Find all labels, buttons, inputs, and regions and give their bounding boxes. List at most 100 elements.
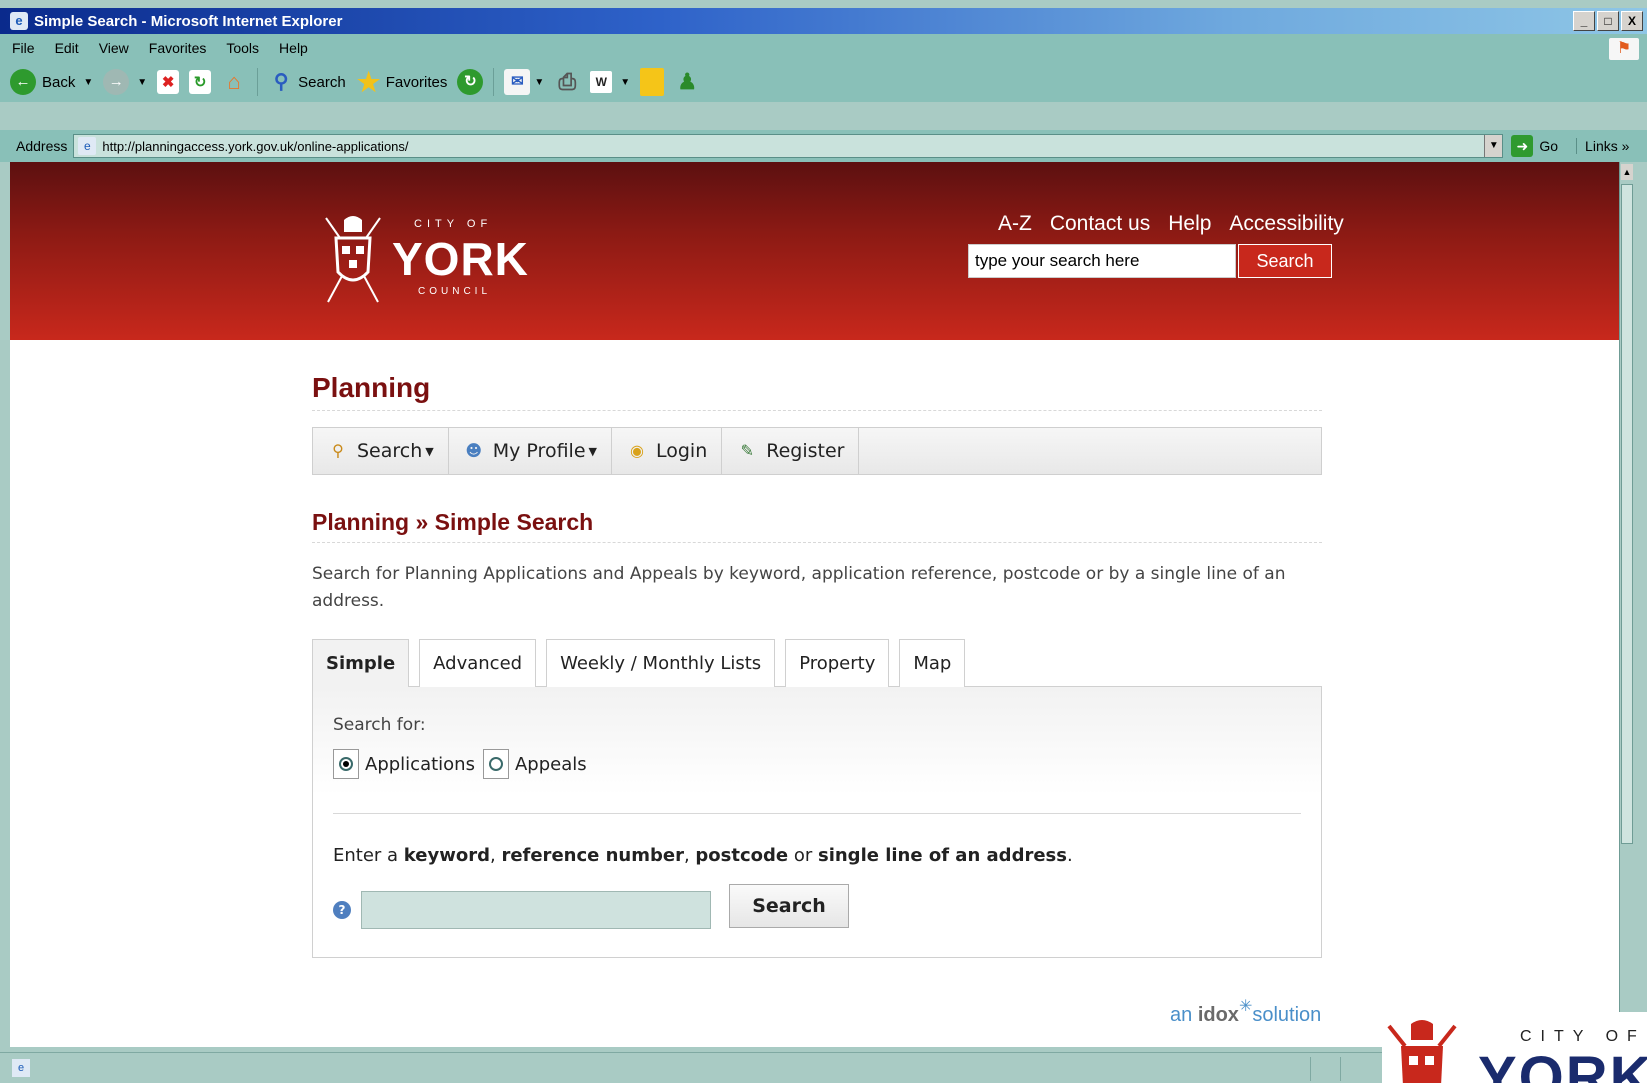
link-help[interactable]: Help (1168, 212, 1211, 236)
search-icon: ⚲ (273, 71, 289, 93)
window-controls: _ □ X (1573, 11, 1643, 31)
status-divider (1310, 1057, 1311, 1081)
nav-my-profile-label: My Profile (492, 440, 586, 462)
appeals-label[interactable]: Appeals (515, 754, 587, 775)
simple-search-panel: Search for: Applications Appeals Enter a… (312, 686, 1322, 958)
planning-nav: ⚲ Search ▼ ☻ My Profile ▼ ◉ Login ✎ Regi… (312, 427, 1322, 475)
link-accessibility[interactable]: Accessibility (1229, 212, 1343, 236)
appeals-radio[interactable] (482, 749, 509, 779)
title-bar: e Simple Search - Microsoft Internet Exp… (0, 8, 1647, 34)
chevron-down-icon[interactable]: ▼ (1484, 135, 1503, 157)
tab-property[interactable]: Property (785, 639, 890, 687)
site-search-button[interactable]: Search (1238, 244, 1332, 278)
coat-of-arms-icon (325, 216, 381, 303)
browser-window: e Simple Search - Microsoft Internet Exp… (0, 0, 1647, 1083)
nav-register-label: Register (766, 440, 845, 462)
nav-search[interactable]: ⚲ Search ▼ (313, 428, 449, 474)
instr-reference-number: reference number (501, 845, 684, 866)
menu-file[interactable]: File (12, 40, 35, 56)
instr-keyword: keyword (403, 845, 490, 866)
discuss-button[interactable] (640, 68, 665, 96)
mail-button[interactable]: ✉ ▼ (504, 69, 544, 95)
search-instructions: Enter a keyword, reference number, postc… (333, 845, 1073, 866)
refresh-button[interactable]: ↻ (189, 70, 212, 94)
print-button[interactable]: ⎙ (554, 69, 580, 95)
edit-button[interactable]: W ▼ (590, 71, 630, 93)
tab-map[interactable]: Map (899, 639, 966, 687)
favorites-button[interactable]: ★ Favorites (356, 67, 448, 97)
address-input[interactable]: e http://planningaccess.york.gov.uk/onli… (73, 134, 1504, 158)
menu-tools[interactable]: Tools (226, 40, 259, 56)
go-button[interactable]: ➜ Go (1511, 135, 1558, 157)
toolbar-separator (493, 68, 495, 96)
search-button[interactable]: ⚲ Search (268, 69, 346, 95)
instr-postcode: postcode (695, 845, 789, 866)
site-search-input[interactable] (968, 244, 1236, 278)
scroll-up-arrow-icon[interactable]: ▲ (1621, 164, 1633, 180)
tab-weekly-monthly-lists[interactable]: Weekly / Monthly Lists (546, 639, 776, 687)
page-status-icon: e (12, 1059, 30, 1077)
idox-logo[interactable]: an idox✳solution (1170, 998, 1322, 1027)
idox-brand: idox (1197, 1004, 1239, 1026)
page-viewport: CITY OF YORK COUNCIL A-Z Contact us Help… (10, 162, 1633, 1047)
logo-city-of: CITY OF (414, 218, 493, 230)
nav-register[interactable]: ✎ Register (722, 428, 860, 474)
menu-view[interactable]: View (99, 40, 129, 56)
radio-unselected-icon (488, 757, 503, 771)
star-icon: ★ (357, 67, 381, 97)
link-contact-us[interactable]: Contact us (1050, 212, 1150, 236)
favorites-label: Favorites (385, 73, 448, 91)
instr-text: . (1066, 845, 1073, 866)
instr-address: single line of an address (817, 845, 1067, 866)
instr-text: or (788, 845, 818, 866)
history-button[interactable]: ↻ (457, 69, 484, 95)
nav-login[interactable]: ◉ Login (612, 428, 723, 474)
link-a-z[interactable]: A-Z (998, 212, 1032, 236)
instr-text: Enter a (333, 845, 404, 866)
menu-edit[interactable]: Edit (55, 40, 79, 56)
scroll-thumb[interactable] (1621, 184, 1633, 844)
nav-search-label: Search (357, 440, 423, 462)
forward-button[interactable]: → ▼ (103, 69, 147, 95)
idox-star-icon: ✳ (1238, 998, 1253, 1015)
applications-label[interactable]: Applications (365, 754, 475, 775)
address-url: http://planningaccess.york.gov.uk/online… (102, 138, 409, 154)
header-search: Search (968, 244, 1332, 278)
links-button[interactable]: Links » (1576, 138, 1629, 154)
messenger-button[interactable]: ♟ (674, 69, 700, 95)
caret-down-icon: ▼ (425, 444, 434, 458)
idox-solution: solution (1252, 1004, 1322, 1026)
tab-advanced[interactable]: Advanced (419, 639, 537, 687)
applications-radio[interactable] (333, 749, 359, 779)
simple-search-input[interactable] (361, 891, 711, 929)
menu-favorites[interactable]: Favorites (149, 40, 207, 56)
search-label: Search (298, 73, 346, 91)
nav-my-profile[interactable]: ☻ My Profile ▼ (449, 428, 612, 474)
vertical-scrollbar[interactable]: ▲ (1619, 162, 1633, 1047)
stop-button[interactable]: ✖ (157, 70, 180, 94)
coat-of-arms-icon (1387, 1020, 1457, 1083)
note-icon (640, 68, 665, 96)
instr-text: , (489, 845, 502, 866)
tab-simple[interactable]: Simple (312, 639, 410, 687)
simple-search-button[interactable]: Search (729, 884, 849, 928)
back-button[interactable]: ← Back ▼ (10, 69, 93, 95)
maximize-button[interactable]: □ (1597, 11, 1619, 31)
panel-divider (333, 813, 1301, 814)
help-icon[interactable]: ? (333, 901, 351, 919)
main-content: Planning ⚲ Search ▼ ☻ My Profile ▼ ◉ Log… (312, 372, 1322, 958)
go-arrow-icon: ➜ (1511, 135, 1534, 157)
nav-login-label: Login (655, 440, 708, 462)
close-button[interactable]: X (1621, 11, 1643, 31)
minimize-button[interactable]: _ (1573, 11, 1595, 31)
magnifier-icon: ⚲ (332, 441, 344, 460)
radio-selected-icon (339, 757, 353, 771)
user-icon: ☻ (465, 441, 483, 460)
back-label: Back (42, 73, 76, 91)
york-council-logo[interactable]: CITY OF YORK COUNCIL (322, 210, 528, 310)
search-for-label: Search for: (333, 715, 426, 735)
address-bar: Address e http://planningaccess.york.gov… (0, 130, 1647, 162)
logo-council: COUNCIL (418, 286, 492, 297)
menu-help[interactable]: Help (279, 40, 308, 56)
home-button[interactable]: ⌂ (221, 69, 247, 95)
